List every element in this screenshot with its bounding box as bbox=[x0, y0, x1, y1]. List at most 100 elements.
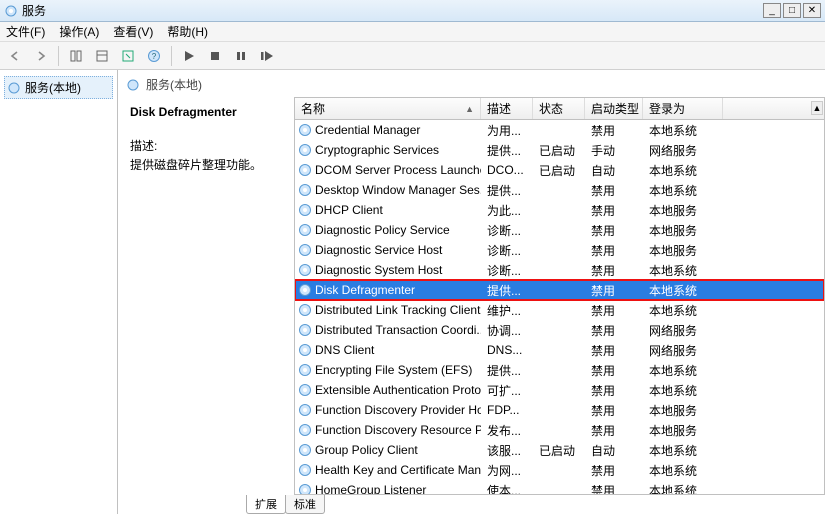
column-header-name[interactable]: 名称 ▲ bbox=[295, 98, 481, 119]
service-startup-type: 禁用 bbox=[585, 422, 643, 439]
service-description: 提供... bbox=[481, 282, 533, 299]
service-name: Disk Defragmenter bbox=[315, 283, 415, 297]
service-name: Group Policy Client bbox=[315, 443, 418, 457]
service-startup-type: 禁用 bbox=[585, 382, 643, 399]
menu-file[interactable]: 文件(F) bbox=[6, 23, 45, 40]
pause-service-button[interactable] bbox=[230, 45, 252, 67]
table-row[interactable]: DHCP Client 为此... 禁用本地服务 bbox=[295, 200, 824, 220]
gear-icon bbox=[298, 443, 312, 457]
service-name: Distributed Transaction Coordi... bbox=[315, 323, 481, 337]
service-logon-as: 本地系统 bbox=[643, 282, 723, 299]
service-startup-type: 禁用 bbox=[585, 302, 643, 319]
service-startup-type: 禁用 bbox=[585, 182, 643, 199]
menu-help[interactable]: 帮助(H) bbox=[167, 23, 208, 40]
help-button[interactable]: ? bbox=[143, 45, 165, 67]
service-name: Distributed Link Tracking Client bbox=[315, 303, 480, 317]
service-logon-as: 本地系统 bbox=[643, 122, 723, 139]
table-row[interactable]: Diagnostic Service Host诊断...禁用本地服务 bbox=[295, 240, 824, 260]
sort-indicator-icon: ▲ bbox=[465, 104, 474, 114]
show-hide-tree-button[interactable] bbox=[65, 45, 87, 67]
scroll-up-button[interactable]: ▲ bbox=[811, 101, 823, 115]
close-button[interactable]: ✕ bbox=[803, 3, 821, 18]
table-row[interactable]: DNS ClientDNS...禁用网络服务 bbox=[295, 340, 824, 360]
tab-extended[interactable]: 扩展 bbox=[246, 495, 286, 514]
service-name: DHCP Client bbox=[315, 203, 383, 217]
gear-icon bbox=[298, 343, 312, 357]
menu-view[interactable]: 查看(V) bbox=[113, 23, 153, 40]
service-description: 为网... bbox=[481, 462, 533, 479]
refresh-button[interactable] bbox=[117, 45, 139, 67]
start-service-button[interactable] bbox=[178, 45, 200, 67]
service-startup-type: 禁用 bbox=[585, 282, 643, 299]
table-row[interactable]: Disk Defragmenter 提供... 禁用本地系统 bbox=[295, 280, 824, 300]
service-name: Desktop Window Manager Ses... bbox=[315, 183, 481, 197]
table-row[interactable]: Diagnostic Policy Service诊断...禁用本地服务 bbox=[295, 220, 824, 240]
table-row[interactable]: Group Policy Client该服...已启动自动本地系统 bbox=[295, 440, 824, 460]
table-row[interactable]: HomeGroup Listener使本...禁用本地系统 bbox=[295, 480, 824, 494]
services-list[interactable]: 名称 ▲ 描述 状态 启动类型 登录为 ▲ Credential Manager… bbox=[294, 97, 825, 495]
table-row[interactable]: Desktop Window Manager Ses...提供...禁用本地系统 bbox=[295, 180, 824, 200]
gear-icon bbox=[298, 183, 312, 197]
maximize-button[interactable]: □ bbox=[783, 3, 801, 18]
gear-icon bbox=[298, 123, 312, 137]
service-startup-type: 禁用 bbox=[585, 362, 643, 379]
table-row[interactable]: Diagnostic System Host诊断...禁用本地系统 bbox=[295, 260, 824, 280]
stop-service-button[interactable] bbox=[204, 45, 226, 67]
tab-standard[interactable]: 标准 bbox=[285, 495, 325, 514]
service-startup-type: 禁用 bbox=[585, 342, 643, 359]
service-name: DNS Client bbox=[315, 343, 374, 357]
gear-icon bbox=[298, 483, 312, 494]
table-row[interactable]: Cryptographic Services提供...已启动手动网络服务 bbox=[295, 140, 824, 160]
service-logon-as: 本地系统 bbox=[643, 362, 723, 379]
selected-service-title: Disk Defragmenter bbox=[130, 105, 288, 119]
service-description: 为此... bbox=[481, 202, 533, 219]
service-startup-type: 手动 bbox=[585, 142, 643, 159]
service-startup-type: 禁用 bbox=[585, 402, 643, 419]
service-description: 为用... bbox=[481, 122, 533, 139]
service-startup-type: 自动 bbox=[585, 442, 643, 459]
sidebar-item-services-local[interactable]: 服务(本地) bbox=[4, 76, 113, 99]
service-logon-as: 本地系统 bbox=[643, 302, 723, 319]
gear-icon bbox=[298, 383, 312, 397]
service-description: FDP... bbox=[481, 403, 533, 417]
gear-icon bbox=[298, 203, 312, 217]
table-row[interactable]: Credential Manager为用...禁用本地系统 bbox=[295, 120, 824, 140]
table-row[interactable]: Encrypting File System (EFS)提供...禁用本地系统 bbox=[295, 360, 824, 380]
service-name: Credential Manager bbox=[315, 123, 420, 137]
service-description: 提供... bbox=[481, 142, 533, 159]
column-header-startup[interactable]: 启动类型 bbox=[585, 98, 643, 119]
app-icon bbox=[4, 4, 18, 18]
table-row[interactable]: Distributed Link Tracking Client维护... 禁用本… bbox=[295, 300, 824, 320]
table-row[interactable]: Health Key and Certificate Man...为网...禁用… bbox=[295, 460, 824, 480]
service-logon-as: 本地系统 bbox=[643, 162, 723, 179]
service-description: 提供... bbox=[481, 182, 533, 199]
gear-icon bbox=[298, 423, 312, 437]
gear-icon bbox=[298, 463, 312, 477]
export-list-button[interactable] bbox=[91, 45, 113, 67]
table-row[interactable]: Function Discovery Resource P...发布...禁用本… bbox=[295, 420, 824, 440]
service-name: Encrypting File System (EFS) bbox=[315, 363, 472, 377]
back-button[interactable] bbox=[4, 45, 26, 67]
column-header-logon[interactable]: 登录为 bbox=[643, 98, 723, 119]
column-header-status[interactable]: 状态 bbox=[533, 98, 585, 119]
service-name: Diagnostic Service Host bbox=[315, 243, 442, 257]
table-row[interactable]: Function Discovery Provider HostFDP...禁用… bbox=[295, 400, 824, 420]
gear-icon bbox=[126, 78, 140, 92]
forward-button[interactable] bbox=[30, 45, 52, 67]
service-description: DNS... bbox=[481, 343, 533, 357]
service-description: 维护... bbox=[481, 302, 533, 319]
service-logon-as: 本地系统 bbox=[643, 482, 723, 495]
service-logon-as: 本地服务 bbox=[643, 202, 723, 219]
service-startup-type: 禁用 bbox=[585, 222, 643, 239]
service-startup-type: 禁用 bbox=[585, 202, 643, 219]
column-header-description[interactable]: 描述 bbox=[481, 98, 533, 119]
table-row[interactable]: Extensible Authentication Proto...可扩...禁… bbox=[295, 380, 824, 400]
table-row[interactable]: DCOM Server Process LauncherDCO...已启动自动本… bbox=[295, 160, 824, 180]
gear-icon bbox=[7, 81, 21, 95]
minimize-button[interactable]: _ bbox=[763, 3, 781, 18]
service-name: Function Discovery Resource P... bbox=[315, 423, 481, 437]
table-row[interactable]: Distributed Transaction Coordi...协调...禁用… bbox=[295, 320, 824, 340]
restart-service-button[interactable] bbox=[256, 45, 278, 67]
menu-action[interactable]: 操作(A) bbox=[59, 23, 99, 40]
service-startup-type: 禁用 bbox=[585, 262, 643, 279]
